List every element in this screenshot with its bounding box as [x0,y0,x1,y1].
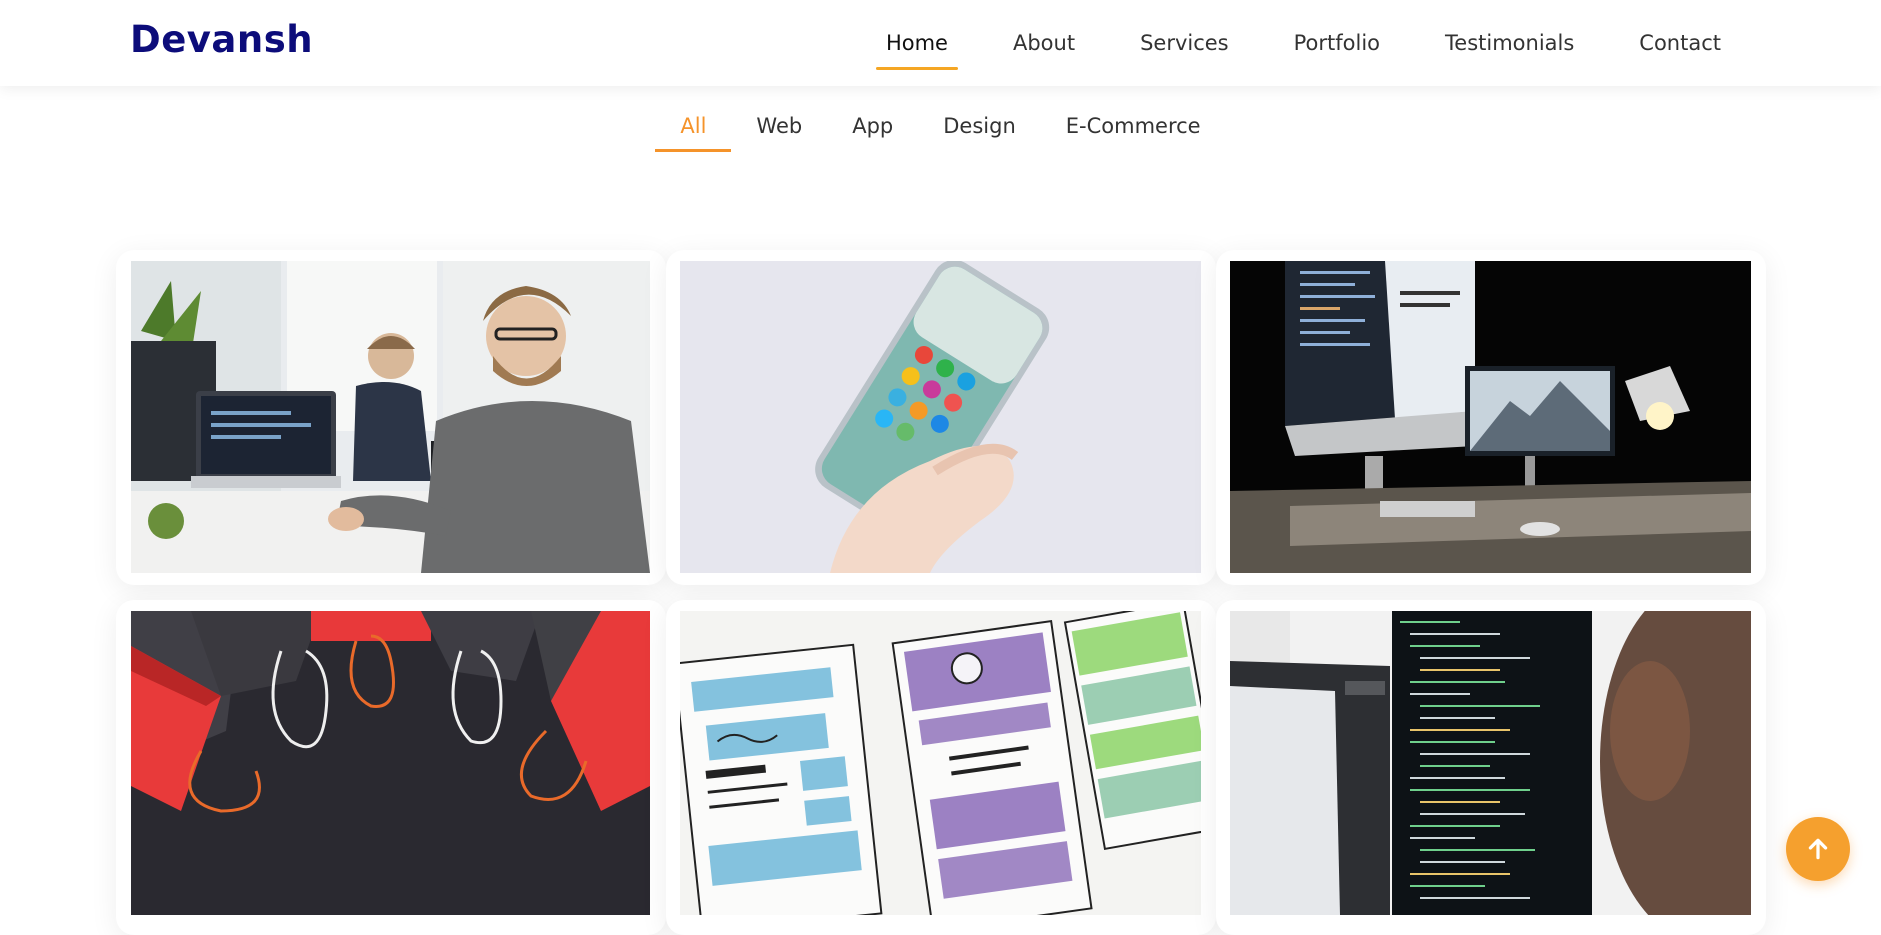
site-header: Devansh Home About Services Portfolio Te… [0,0,1881,86]
nav-portfolio[interactable]: Portfolio [1284,23,1390,63]
code-monitor-photo[interactable] [1230,611,1751,915]
brand-logo[interactable]: Devansh [130,18,313,61]
portfolio-card[interactable] [116,250,666,585]
nav-testimonials[interactable]: Testimonials [1435,23,1584,63]
back-to-top-button[interactable] [1786,817,1850,881]
wireframe-sketches-photo[interactable] [680,611,1201,915]
portfolio-card[interactable] [1216,250,1766,585]
portfolio-filters: All Web App Design E-Commerce [0,100,1881,152]
filter-app[interactable]: App [827,100,918,152]
main-nav: Home About Services Portfolio Testimonia… [831,0,1731,86]
nav-home[interactable]: Home [875,23,958,70]
portfolio-card[interactable] [116,600,666,935]
dark-desk-monitors-photo[interactable] [1230,261,1751,573]
shopping-bags-photo[interactable] [131,611,650,915]
office-developers-photo[interactable] [131,261,650,573]
filter-web[interactable]: Web [731,100,827,152]
nav-contact[interactable]: Contact [1629,23,1731,63]
filter-all[interactable]: All [655,100,732,152]
filter-ecommerce[interactable]: E-Commerce [1041,100,1226,152]
smartphone-apps-photo[interactable] [680,261,1201,573]
portfolio-card[interactable] [1216,600,1766,935]
nav-about[interactable]: About [1003,23,1085,63]
portfolio-card[interactable] [666,600,1216,935]
portfolio-card[interactable] [666,250,1216,585]
arrow-up-icon [1808,838,1828,860]
nav-services[interactable]: Services [1130,23,1239,63]
filter-design[interactable]: Design [918,100,1041,152]
